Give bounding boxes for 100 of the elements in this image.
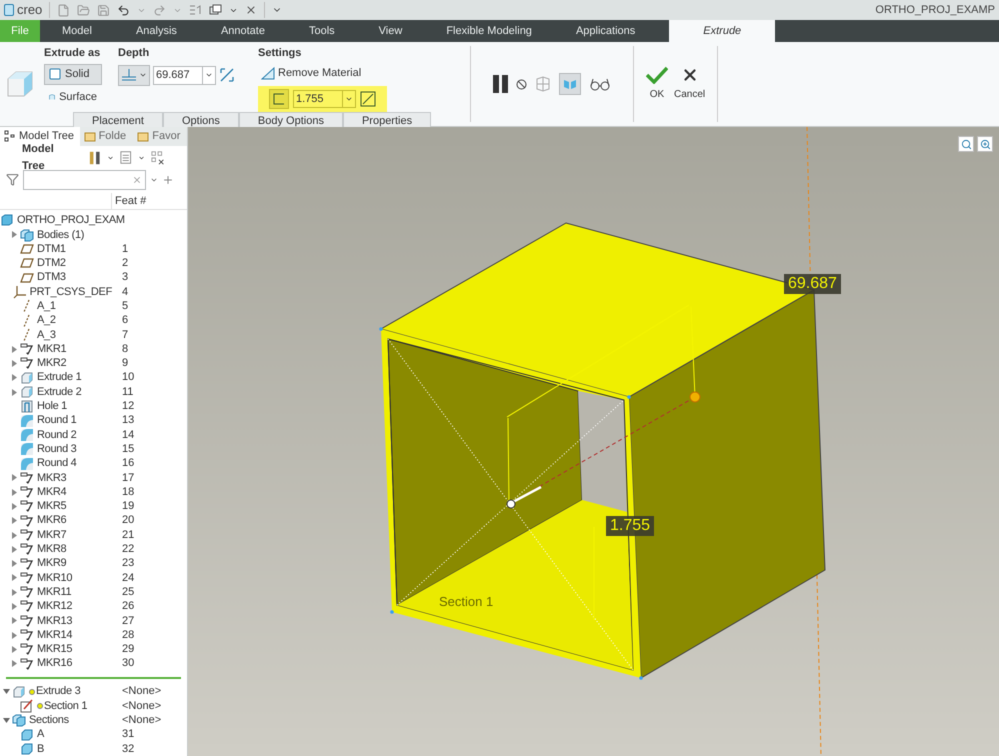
collapse-arrow-icon[interactable] — [0, 688, 12, 696]
tree-item[interactable]: MKR3 — [37, 470, 66, 486]
add-icon[interactable] — [162, 174, 174, 186]
group-label: Settings — [258, 46, 302, 61]
tree-item[interactable]: MKR13 — [37, 612, 72, 630]
clear-icon[interactable] — [132, 174, 142, 185]
cube-icon — [20, 728, 34, 742]
glasses-icon[interactable] — [589, 77, 611, 91]
tree-item[interactable]: Hole 1 — [37, 398, 67, 415]
tools-icon[interactable] — [88, 150, 102, 166]
datum-plane-icon — [20, 256, 34, 270]
tree-item[interactable]: MKR16 — [37, 655, 72, 672]
tree-item[interactable]: MKR15 — [37, 641, 72, 658]
tree-item[interactable]: DTM1 — [37, 240, 66, 258]
panel-tab[interactable]: Options — [162, 112, 239, 128]
tree-item[interactable]: Extrude 2 — [37, 384, 82, 400]
sidebar-tab[interactable]: Favor — [133, 127, 187, 146]
marker-icon — [20, 499, 34, 514]
tree-item[interactable]: ORTHO_PROJ_EXAM — [17, 212, 125, 229]
feat-number: 30 — [121, 656, 134, 672]
tree-item[interactable]: MKR8 — [37, 541, 66, 558]
open-folder-icon[interactable] — [77, 4, 90, 16]
verify-preview-button[interactable] — [559, 73, 581, 95]
feat-number: 21 — [121, 528, 134, 543]
ok-button[interactable]: OK — [646, 66, 668, 102]
undo-icon[interactable] — [117, 4, 130, 16]
feat-number: 28 — [121, 628, 134, 643]
mesh-preview-icon[interactable] — [535, 76, 551, 92]
ribbon-tab[interactable]: Annotate — [198, 20, 287, 42]
windows-icon[interactable] — [209, 4, 222, 16]
tree-item[interactable]: Extrude 1 — [37, 369, 82, 386]
zoom-in-icon[interactable] — [977, 136, 993, 152]
column-header[interactable]: Feat # — [112, 192, 146, 210]
thickness-input[interactable]: 1.755 — [293, 90, 343, 108]
tree-item[interactable]: DTM3 — [37, 269, 66, 286]
tree-item[interactable]: Extrude 3 — [36, 683, 80, 700]
ribbon-tab[interactable]: Extrude — [669, 20, 776, 42]
ribbon-tab[interactable]: Flexible Modeling — [424, 20, 554, 42]
redo-icon[interactable] — [153, 4, 166, 16]
cancel-button[interactable]: Cancel — [674, 66, 706, 102]
tree-item[interactable]: A_2 — [37, 312, 56, 329]
tree-item[interactable]: MKR12 — [37, 598, 72, 615]
ribbon-tab[interactable]: Applications — [554, 20, 658, 42]
tree-item[interactable]: DTM2 — [37, 255, 66, 272]
flip-direction-icon[interactable] — [219, 67, 235, 83]
no-preview-icon[interactable] — [516, 78, 527, 90]
surface-toggle[interactable]: Surface — [44, 86, 102, 108]
thicken-toggle[interactable] — [269, 88, 289, 108]
tree-item[interactable]: B — [37, 740, 44, 756]
zoom-fit-icon[interactable] — [958, 136, 974, 152]
preview-cube-icon — [563, 78, 577, 90]
solid-toggle[interactable]: Solid — [44, 64, 102, 84]
new-file-icon[interactable] — [57, 4, 70, 16]
flip-thickness-icon[interactable] — [360, 90, 376, 106]
list-icon[interactable] — [120, 150, 132, 166]
filter-field[interactable] — [23, 170, 146, 190]
tree-item[interactable]: Round 1 — [37, 412, 76, 429]
tree-item[interactable]: MKR2 — [37, 355, 66, 372]
tree-item[interactable]: MKR11 — [37, 584, 72, 600]
ribbon-tab[interactable]: Tools — [286, 20, 357, 42]
tree-item[interactable]: MKR5 — [37, 498, 66, 515]
marker-icon — [20, 485, 34, 500]
ribbon-tab[interactable]: View — [356, 20, 424, 42]
remove-material-toggle[interactable]: Remove Material — [258, 64, 387, 82]
regenerate-icon[interactable] — [189, 4, 202, 16]
tree-item[interactable]: Round 2 — [37, 426, 76, 444]
columns-icon[interactable] — [150, 150, 166, 166]
save-icon[interactable] — [97, 4, 110, 16]
dropdown-caret-icon[interactable] — [203, 66, 216, 84]
depth-input[interactable]: 69.687 — [153, 66, 203, 84]
tree-item[interactable]: A_3 — [37, 326, 56, 344]
tree-item[interactable]: MKR14 — [37, 626, 72, 644]
tree-item[interactable]: PRT_CSYS_DEF — [30, 284, 112, 300]
panel-tab[interactable]: Properties — [342, 112, 432, 128]
filter-icon[interactable] — [6, 173, 19, 186]
dimension-label[interactable]: 1.755 — [606, 516, 654, 536]
tree-item[interactable]: MKR9 — [37, 555, 66, 572]
tree-item[interactable]: Round 4 — [37, 455, 76, 472]
collapse-arrow-icon[interactable] — [0, 716, 12, 724]
close-window-icon[interactable] — [245, 4, 258, 16]
dimension-label[interactable]: 69.687 — [784, 274, 841, 294]
tree-item[interactable]: A — [37, 726, 44, 743]
blind-depth-icon — [121, 68, 137, 82]
tree-item[interactable]: Bodies (1) — [37, 226, 84, 244]
tree-item[interactable]: Sections — [29, 712, 69, 728]
ribbon-tab[interactable]: Model — [40, 20, 114, 42]
tree-item[interactable]: MKR6 — [37, 512, 66, 529]
feat-number: 23 — [121, 556, 134, 572]
tree-item[interactable]: MKR4 — [37, 484, 66, 500]
tree-item[interactable]: MKR7 — [37, 526, 66, 544]
pause-button[interactable] — [493, 75, 508, 93]
tree-item[interactable]: MKR1 — [37, 340, 66, 358]
tree-item[interactable]: Round 3 — [37, 440, 76, 458]
panel-tab[interactable]: Placement — [73, 112, 163, 128]
tree-item[interactable]: Section 1 — [44, 698, 88, 714]
ribbon-tab[interactable]: Analysis — [114, 20, 199, 42]
tree-item[interactable]: MKR10 — [37, 570, 72, 586]
sidebar-tab[interactable]: Folde — [80, 127, 134, 146]
tree-item[interactable]: A_1 — [37, 298, 56, 314]
depth-type-button[interactable] — [118, 64, 150, 86]
